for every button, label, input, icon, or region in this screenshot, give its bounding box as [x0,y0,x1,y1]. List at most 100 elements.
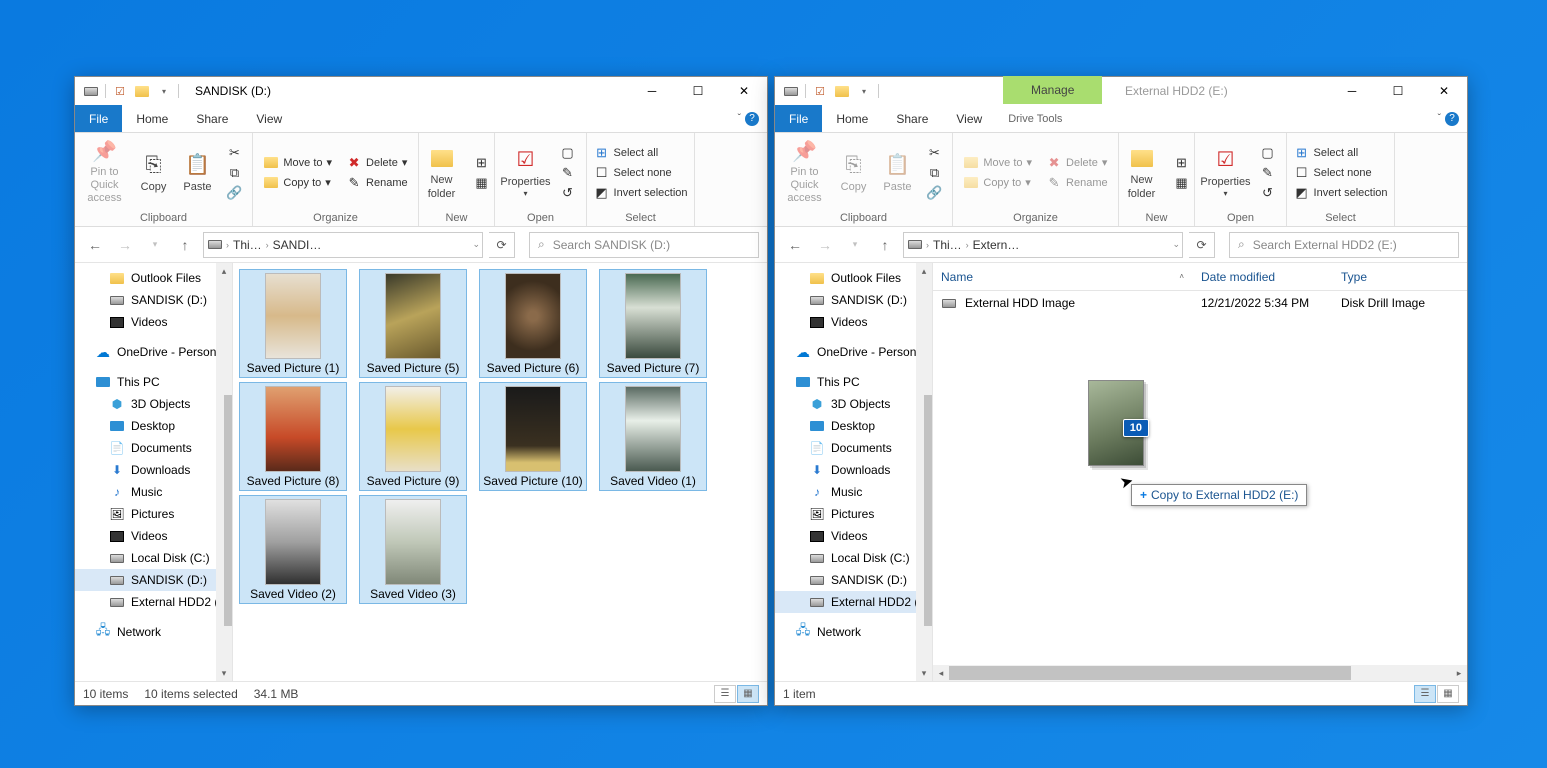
maximize-button[interactable]: ☐ [1375,77,1421,105]
paste-shortcut-button[interactable]: 🔗 [923,184,947,202]
details-view-button[interactable]: ☰ [1414,685,1436,703]
nav-outlook-files[interactable]: Outlook Files [775,267,932,289]
copy-to-button[interactable]: Copy to ▾ [959,174,1036,192]
maximize-button[interactable]: ☐ [675,77,721,105]
minimize-button[interactable]: ─ [629,77,675,105]
file-thumbnail[interactable]: Saved Picture (10) [479,382,587,491]
nav-documents[interactable]: 📄Documents [775,437,932,459]
qat-folder-icon[interactable] [834,83,850,99]
nav-external-hdd[interactable]: External HDD2 (E:) [775,591,932,613]
address-bar[interactable]: › Thi… › SANDI… ⌄ [203,232,483,258]
close-button[interactable]: ✕ [721,77,767,105]
scroll-left-icon[interactable]: ◂ [933,665,949,681]
refresh-button[interactable]: ⟳ [1189,232,1215,258]
breadcrumb-segment[interactable]: Thi… [931,238,964,252]
nav-sandisk-pc[interactable]: SANDISK (D:) [775,569,932,591]
nav-scrollbar[interactable]: ▴ ▾ [216,263,232,681]
select-all-button[interactable]: ⊞Select all [1290,144,1392,162]
properties-button[interactable]: ☑Properties▾ [1200,140,1252,206]
thumbnails-view-button[interactable]: ▦ [1437,685,1459,703]
file-list-pane[interactable]: Saved Picture (1)Saved Picture (5)Saved … [233,263,767,681]
chevron-down-icon[interactable]: ⌄ [1172,239,1180,250]
rename-button[interactable]: ✎Rename [1042,174,1112,192]
scroll-up-icon[interactable]: ▴ [916,263,932,279]
nav-local-disk[interactable]: Local Disk (C:) [75,547,232,569]
copy-path-button[interactable]: ⧉ [923,164,947,182]
close-button[interactable]: ✕ [1421,77,1467,105]
title-bar[interactable]: ☑ ▾ SANDISK (D:) ─ ☐ ✕ [75,77,767,105]
details-view-button[interactable]: ☰ [714,685,736,703]
nav-sandisk-pc[interactable]: SANDISK (D:) [75,569,232,591]
move-to-button[interactable]: Move to ▾ [259,154,336,172]
navigation-pane[interactable]: Outlook Files SANDISK (D:) Videos ☁OneDr… [775,263,933,681]
properties-button[interactable]: ☑Properties▾ [500,140,552,206]
column-name[interactable]: Name˄ [933,263,1193,290]
nav-external-hdd[interactable]: External HDD2 (E:) [75,591,232,613]
edit-button[interactable]: ✎ [556,164,580,182]
new-folder-button[interactable]: New folder [418,140,466,206]
file-menu[interactable]: File [75,105,122,132]
nav-desktop[interactable]: Desktop [775,415,932,437]
history-button[interactable]: ↺ [556,184,580,202]
search-input[interactable]: ⌕ Search SANDISK (D:) [529,232,759,258]
forward-button[interactable]: → [813,233,837,257]
drive-tools-tab[interactable]: Drive Tools [996,105,1074,132]
easy-access-button[interactable]: ▦ [1170,174,1194,192]
nav-documents[interactable]: 📄Documents [75,437,232,459]
delete-button[interactable]: ✖Delete ▾ [1042,154,1112,172]
nav-downloads[interactable]: ⬇Downloads [775,459,932,481]
easy-access-button[interactable]: ▦ [470,174,494,192]
open-button[interactable]: ▢ [556,144,580,162]
select-all-button[interactable]: ⊞Select all [590,144,692,162]
nav-onedrive[interactable]: ☁OneDrive - Personal [75,341,232,363]
chevron-right-icon[interactable]: › [966,240,969,250]
help-icon[interactable]: ? [1445,112,1459,126]
file-thumbnail[interactable]: Saved Video (3) [359,495,467,604]
qat-save-icon[interactable]: ☑ [112,83,128,99]
chevron-right-icon[interactable]: › [926,240,929,250]
manage-tab[interactable]: Manage [1003,76,1102,104]
chevron-down-icon[interactable]: ⌄ [472,239,480,250]
invert-selection-button[interactable]: ◩Invert selection [590,184,692,202]
nav-videos[interactable]: Videos [775,311,932,333]
nav-desktop[interactable]: Desktop [75,415,232,437]
file-thumbnail[interactable]: Saved Picture (5) [359,269,467,378]
breadcrumb-segment[interactable]: Extern… [971,238,1022,252]
copy-button[interactable]: ⎘Copy [833,140,875,206]
copy-to-button[interactable]: Copy to ▾ [259,174,336,192]
open-button[interactable]: ▢ [1256,144,1280,162]
scroll-down-icon[interactable]: ▾ [216,665,232,681]
pin-quick-access-button[interactable]: 📌Pin to Quick access [79,140,131,206]
share-tab[interactable]: Share [882,105,942,132]
chevron-right-icon[interactable]: › [226,240,229,250]
new-item-button[interactable]: ⊞ [470,154,494,172]
up-button[interactable]: ↑ [873,233,897,257]
navigation-pane[interactable]: Outlook Files SANDISK (D:) Videos ☁OneDr… [75,263,233,681]
nav-videos-pc[interactable]: Videos [775,525,932,547]
nav-pictures[interactable]: 🖼Pictures [75,503,232,525]
nav-downloads[interactable]: ⬇Downloads [75,459,232,481]
qat-save-icon[interactable]: ☑ [812,83,828,99]
qat-folder-icon[interactable] [134,83,150,99]
nav-sandisk[interactable]: SANDISK (D:) [775,289,932,311]
cut-button[interactable]: ✂ [923,144,947,162]
nav-network[interactable]: 🖧Network [775,621,932,643]
minimize-button[interactable]: ─ [1329,77,1375,105]
breadcrumb-segment[interactable]: SANDI… [271,238,324,252]
forward-button[interactable]: → [113,233,137,257]
nav-onedrive[interactable]: ☁OneDrive - Personal [775,341,932,363]
nav-pictures[interactable]: 🖼Pictures [775,503,932,525]
nav-music[interactable]: ♪Music [775,481,932,503]
file-thumbnail[interactable]: Saved Picture (8) [239,382,347,491]
delete-button[interactable]: ✖Delete ▾ [342,154,412,172]
horizontal-scrollbar[interactable]: ◂ ▸ [933,665,1467,681]
paste-shortcut-button[interactable]: 🔗 [223,184,247,202]
file-row[interactable]: External HDD Image 12/21/2022 5:34 PM Di… [933,291,1467,315]
paste-button[interactable]: 📋Paste [877,140,919,206]
ribbon-collapse-icon[interactable]: ˇ [738,113,741,124]
select-none-button[interactable]: ☐Select none [1290,164,1392,182]
back-button[interactable]: ← [83,233,107,257]
file-thumbnail[interactable]: Saved Picture (7) [599,269,707,378]
scroll-up-icon[interactable]: ▴ [216,263,232,279]
view-tab[interactable]: View [242,105,296,132]
